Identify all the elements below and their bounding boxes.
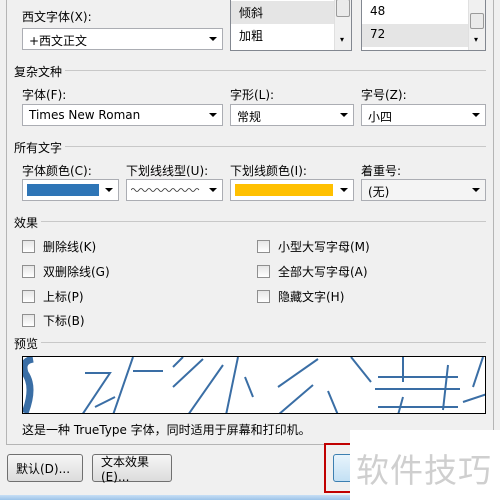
chevron-down-icon[interactable] [209,113,217,117]
list-item[interactable]: 倾斜 [231,1,334,24]
font-color-label: 字体颜色(C): [22,164,92,178]
scroll-down-icon[interactable]: ▾ [474,35,478,44]
scroll-thumb[interactable] [470,13,484,29]
combo-value: 小四 [368,110,393,124]
complex-section-title: 复杂文种 [14,63,66,80]
checkbox-label: 小型大写字母(M) [278,240,370,254]
underline-color-combo[interactable] [230,179,354,201]
checkbox-label: 双删除线(G) [43,265,110,279]
complex-style-label: 字形(L): [230,88,275,102]
list-item[interactable]: 72 [362,24,468,47]
checkbox-box[interactable] [22,265,35,278]
scrollbar[interactable]: ▾ [334,0,351,50]
checkbox-box[interactable] [22,240,35,253]
combo-value: Times New Roman [29,108,141,122]
checkbox-label: 隐藏文字(H) [278,290,345,304]
preview-section-title: 预览 [14,335,42,352]
latin-font-value: +西文正文 [29,34,88,48]
checkbox-label: 上标(P) [43,290,84,304]
complex-size-combo[interactable]: 小四 [361,104,486,126]
scrollbar[interactable]: ▾ [468,0,485,50]
combo-value: 常规 [237,110,262,124]
watermark-text: 软件技巧 [356,451,492,490]
chevron-down-icon[interactable] [340,188,348,192]
wavy-line-icon [131,188,200,192]
chevron-down-icon[interactable] [209,37,217,41]
all-text-section-title: 所有文字 [14,139,66,156]
chevron-down-icon[interactable] [472,188,480,192]
superscript-checkbox[interactable]: 上标(P) [22,288,84,305]
font-color-combo[interactable] [22,179,119,201]
chevron-down-icon[interactable] [209,188,217,192]
subscript-checkbox[interactable]: 下标(B) [22,312,85,329]
underline-style-combo[interactable] [126,179,223,201]
checkbox-label: 全部大写字母(A) [278,265,368,279]
emphasis-combo[interactable]: (无) [361,179,486,201]
latin-font-label: 西文字体(X): [22,10,92,24]
checkbox-box[interactable] [22,290,35,303]
scroll-thumb[interactable] [336,0,350,17]
checkbox-box[interactable] [257,290,270,303]
font-style-list[interactable]: 倾斜 加粗 ▾ [230,0,352,51]
complex-font-combo[interactable]: Times New Roman [22,104,223,126]
color-swatch [235,184,333,196]
checkbox-box[interactable] [22,314,35,327]
font-size-list[interactable]: 48 72 ▾ [361,0,486,51]
complex-size-label: 字号(Z): [361,88,407,102]
chevron-down-icon[interactable] [340,113,348,117]
chevron-down-icon[interactable] [472,113,480,117]
preview-box [22,356,486,414]
all-caps-checkbox[interactable]: 全部大写字母(A) [257,263,368,280]
checkbox-box[interactable] [257,240,270,253]
underline-color-label: 下划线颜色(I): [230,164,307,178]
small-caps-checkbox[interactable]: 小型大写字母(M) [257,238,370,255]
latin-font-combo[interactable]: +西文正文 [22,28,223,50]
effects-section-title: 效果 [14,214,42,231]
underline-style-label: 下划线线型(U): [126,164,209,178]
list-item[interactable]: 48 [362,1,485,24]
double-strikethrough-checkbox[interactable]: 双删除线(G) [22,263,110,280]
preview-glyphs [23,357,485,413]
strikethrough-checkbox[interactable]: 删除线(K) [22,238,96,255]
checkbox-label: 下标(B) [43,314,85,328]
chevron-down-icon[interactable] [105,188,113,192]
default-button[interactable]: 默认(D)... [7,454,83,482]
hidden-checkbox[interactable]: 隐藏文字(H) [257,288,344,305]
complex-font-label: 字体(F): [22,88,67,102]
preview-note: 这是一种 TrueType 字体，同时适用于屏幕和打印机。 [22,423,311,437]
color-swatch [27,184,99,196]
complex-style-combo[interactable]: 常规 [230,104,354,126]
text-effects-button[interactable]: 文本效果(E)... [92,454,172,484]
checkbox-label: 删除线(K) [43,240,97,254]
emphasis-label: 着重号: [361,164,402,178]
list-item[interactable]: 加粗 [231,24,351,47]
checkbox-box[interactable] [257,265,270,278]
combo-value: (无) [368,185,390,199]
window-edge [0,495,350,500]
scroll-down-icon[interactable]: ▾ [340,35,344,44]
